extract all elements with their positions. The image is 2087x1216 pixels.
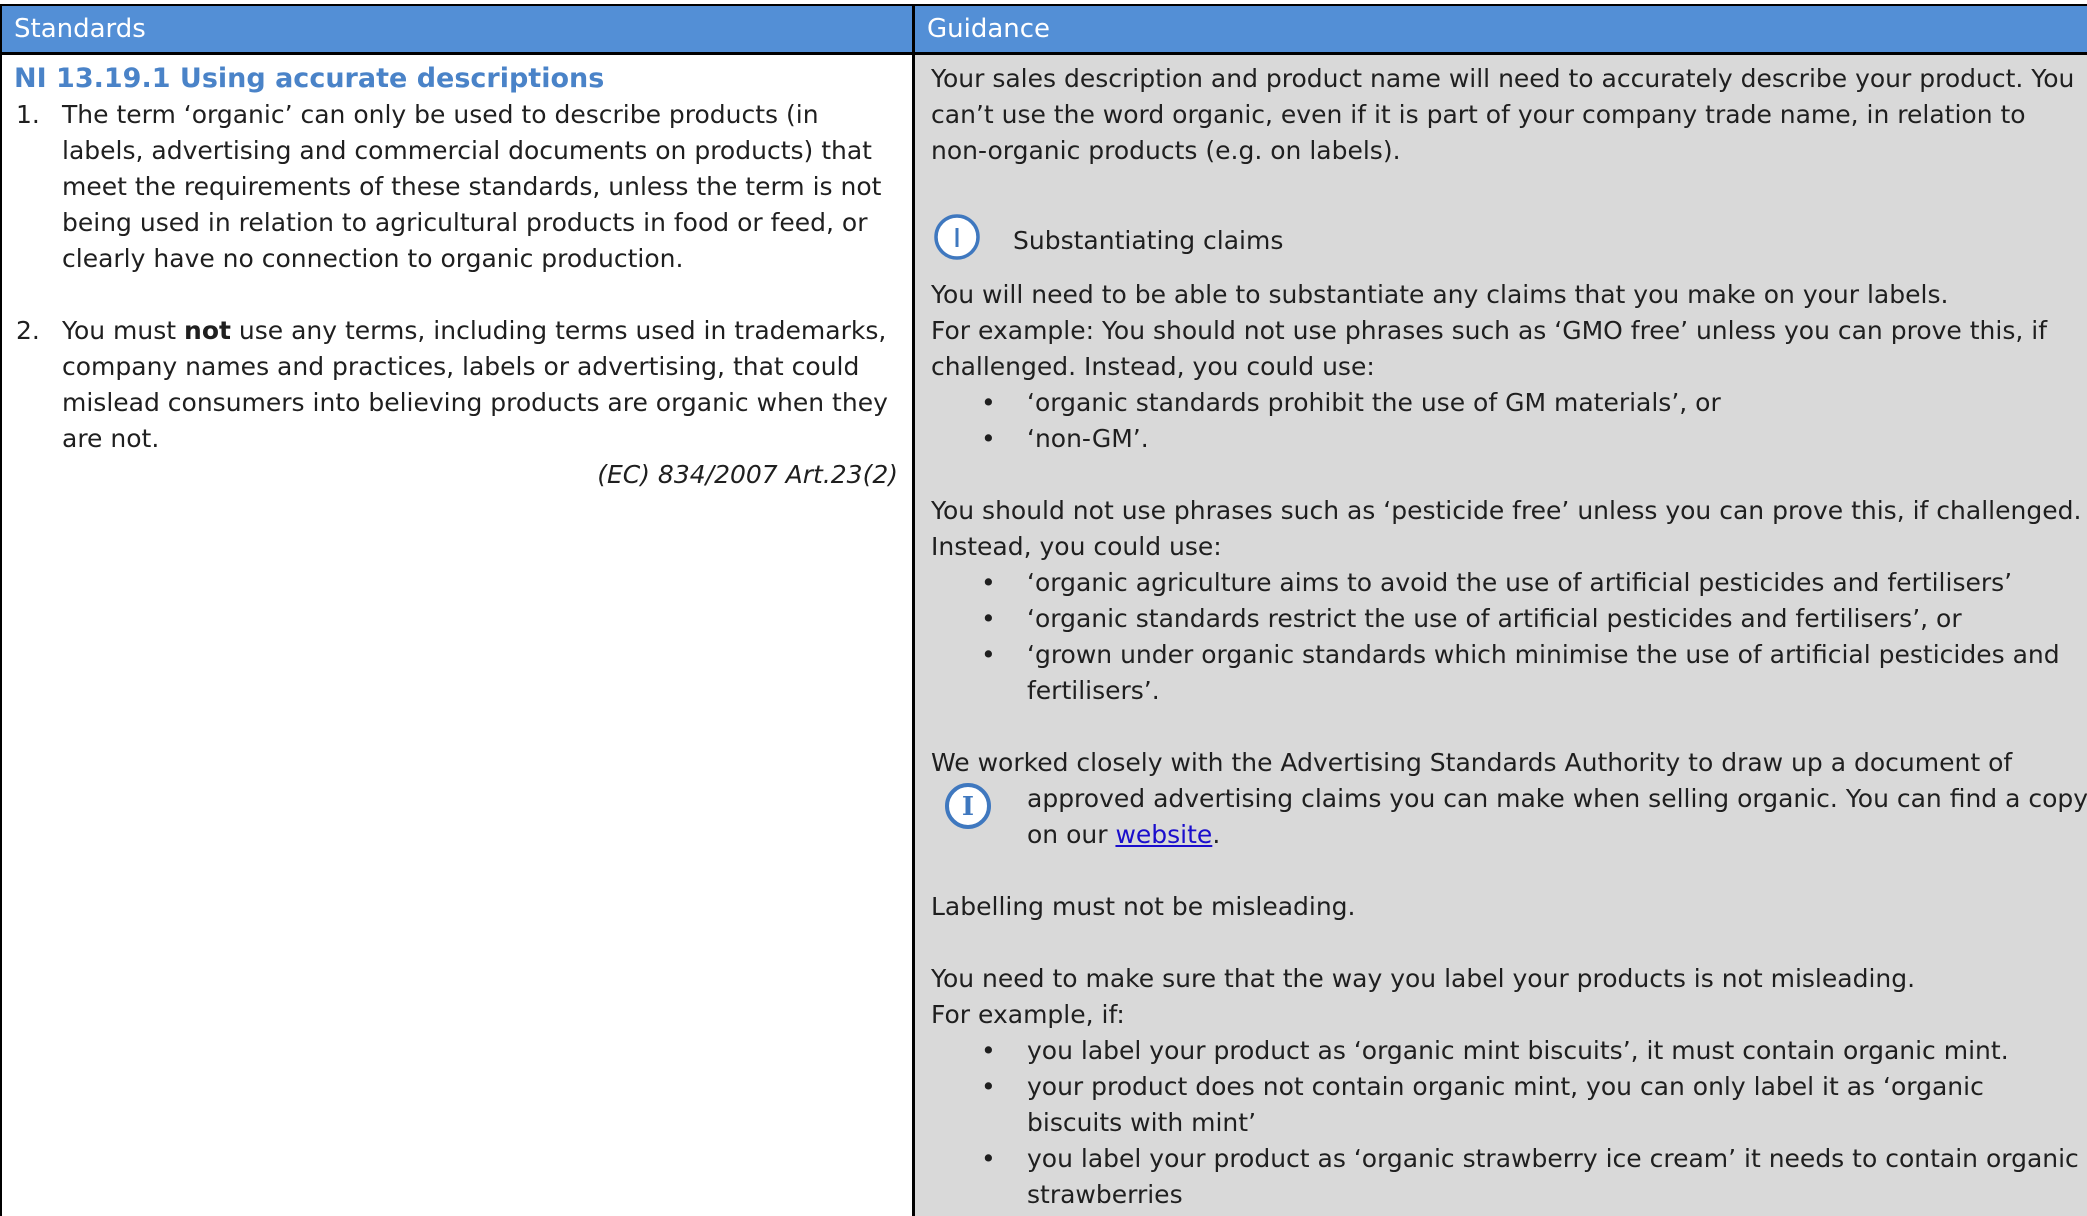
pesticide-bullet-list: ‘organic agriculture aims to avoid the u…	[931, 565, 2087, 709]
asa-text-line-1: We worked closely with the Advertising S…	[931, 748, 2013, 777]
asa-note: I We worked closely with the Advertising…	[931, 745, 2087, 853]
standard-item-bold: not	[184, 316, 231, 345]
gmo-bullet-list: ‘organic standards prohibit the use of G…	[931, 385, 2087, 457]
list-item: ‘organic standards restrict the use of a…	[931, 601, 2087, 637]
misleading-text-2: For example, if:	[931, 1000, 1125, 1029]
guidance-intro: Your sales description and product name …	[931, 64, 2075, 165]
list-item: your product does not contain organic mi…	[931, 1069, 2087, 1141]
standard-item-text-pre: You must	[62, 316, 185, 345]
standard-item-2: 2. You must not use any terms, including…	[14, 313, 902, 457]
standard-item-number: 1.	[16, 100, 40, 129]
standards-header: Standards	[2, 6, 912, 55]
standards-guidance-table: Standards NI 13.19.1 Using accurate desc…	[0, 4, 2087, 1216]
misleading-text-1: You need to make sure that the way you l…	[931, 964, 1916, 993]
standards-column: Standards NI 13.19.1 Using accurate desc…	[2, 6, 912, 1216]
standard-list: 1. The term ‘organic’ can only be used t…	[14, 97, 902, 457]
svg-text:I: I	[962, 792, 974, 822]
spacer	[14, 277, 902, 313]
info-circle-icon: I	[945, 783, 991, 829]
asa-text-line-2: approved advertising claims you can make…	[931, 781, 2087, 853]
list-item: ‘organic agriculture aims to avoid the u…	[931, 565, 2087, 601]
standard-item-1: 1. The term ‘organic’ can only be used t…	[14, 97, 902, 277]
list-item: ‘grown under organic standards which min…	[931, 637, 2087, 709]
pesticide-intro: You should not use phrases such as ‘pest…	[931, 496, 2082, 561]
list-item: you label your product as ‘organic mint …	[931, 1033, 2087, 1069]
guidance-header: Guidance	[915, 6, 2087, 55]
standard-title: NI 13.19.1 Using accurate descriptions	[14, 63, 605, 94]
substantiate-text-2: For example: You should not use phrases …	[931, 316, 2047, 381]
misleading-title: Labelling must not be misleading.	[931, 892, 1356, 921]
mint-bullet-list: you label your product as ‘organic mint …	[931, 1033, 2087, 1213]
info-icon	[934, 214, 980, 260]
website-link[interactable]: website	[1115, 820, 1212, 849]
standards-body: NI 13.19.1 Using accurate descriptions 1…	[2, 55, 912, 1216]
guidance-body: Your sales description and product name …	[915, 55, 2087, 1216]
regulation-citation: (EC) 834/2007 Art.23(2)	[597, 460, 898, 489]
standard-item-number: 2.	[16, 316, 40, 345]
guidance-column: Guidance Your sales description and prod…	[912, 6, 2087, 1216]
substantiating-note: Substantiating claims	[931, 205, 2087, 277]
list-item: you label your product as ‘organic straw…	[931, 1141, 2087, 1213]
substantiating-title: Substantiating claims	[1013, 226, 1284, 255]
asa-text-end: .	[1212, 820, 1221, 849]
list-item: ‘organic standards prohibit the use of G…	[931, 385, 2087, 421]
list-item: ‘non-GM’.	[931, 421, 2087, 457]
standard-item-text: The term ‘organic’ can only be used to d…	[62, 100, 882, 273]
substantiate-text-1: You will need to be able to substantiate…	[931, 280, 1949, 309]
